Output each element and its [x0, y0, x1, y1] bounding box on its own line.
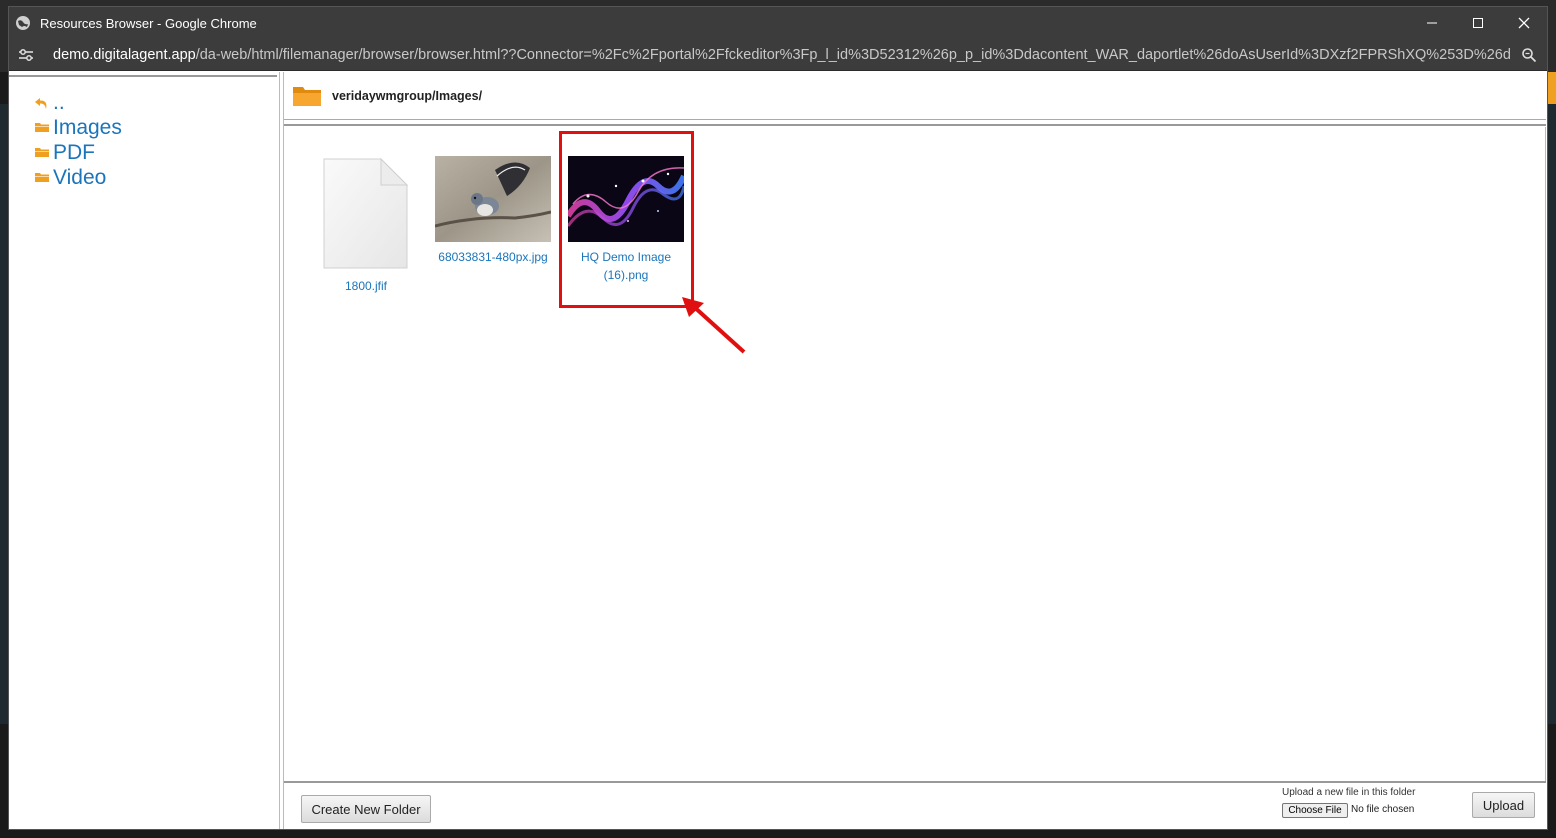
divider — [9, 75, 277, 77]
tree-item-label: Video — [53, 165, 107, 189]
title-bar[interactable]: Resources Browser - Google Chrome — [9, 7, 1547, 39]
file-item[interactable]: 1800.jfif — [304, 157, 428, 295]
url-host: demo.digitalagent.app — [53, 46, 196, 63]
bird-photo — [435, 156, 551, 242]
popup-window: Resources Browser - Google Chrome demo.d… — [8, 6, 1548, 830]
tree-item-parent[interactable]: .. — [34, 90, 122, 115]
close-button[interactable] — [1501, 7, 1547, 39]
no-file-chosen-text: No file chosen — [1351, 804, 1415, 815]
file-pane: veridaywmgroup/Images/ 1800.jfif 6803383… — [283, 72, 1546, 829]
folder-icon — [34, 121, 50, 135]
file-grid: 1800.jfif 68033831-480px.jpg HQ Demo Ima… — [284, 127, 1546, 782]
divider — [284, 124, 1546, 126]
file-name[interactable]: HQ Demo Image (16).png — [564, 248, 688, 284]
window-title: Resources Browser - Google Chrome — [40, 15, 257, 31]
upload-hint: Upload a new file in this folder — [1282, 787, 1416, 798]
file-item-selected[interactable]: HQ Demo Image (16).png — [564, 156, 688, 284]
footer-bar: Create New Folder Upload a new file in t… — [284, 781, 1546, 829]
url-text[interactable]: demo.digitalagent.app/da-web/html/filema… — [53, 47, 1511, 63]
back-arrow-icon — [34, 96, 50, 110]
folder-icon — [34, 146, 50, 160]
minimize-button[interactable] — [1409, 7, 1455, 39]
current-path: veridaywmgroup/Images/ — [332, 88, 483, 103]
folder-icon — [292, 84, 322, 108]
create-new-folder-button[interactable]: Create New Folder — [301, 795, 431, 823]
tree-item-pdf[interactable]: PDF — [34, 140, 122, 165]
tree-item-label: Images — [53, 115, 122, 139]
tree-item-label: .. — [53, 90, 65, 114]
upload-button[interactable]: Upload — [1472, 792, 1535, 818]
file-name[interactable]: 68033831-480px.jpg — [431, 248, 555, 266]
resources-browser: .. Images PDF Video veridaywmgroup/Image… — [9, 72, 1547, 829]
tree-item-label: PDF — [53, 140, 95, 164]
blank-document-icon — [323, 157, 409, 269]
maximize-button[interactable] — [1455, 7, 1501, 39]
tree-item-video[interactable]: Video — [34, 165, 122, 190]
site-info-icon[interactable] — [17, 48, 37, 62]
abstract-wave-photo — [568, 156, 684, 242]
url-path: /da-web/html/filemanager/browser/browser… — [195, 46, 1511, 63]
zoom-icon[interactable] — [1511, 47, 1547, 63]
file-item[interactable]: 68033831-480px.jpg — [431, 156, 555, 266]
folder-tree: .. Images PDF Video — [9, 72, 280, 829]
folder-icon — [34, 171, 50, 185]
file-name[interactable]: 1800.jfif — [304, 277, 428, 295]
tree-item-images[interactable]: Images — [34, 115, 122, 140]
address-bar[interactable]: demo.digitalagent.app/da-web/html/filema… — [9, 39, 1547, 71]
path-bar: veridaywmgroup/Images/ — [284, 72, 1546, 120]
red-arrow-annotation — [682, 297, 746, 354]
choose-file-button[interactable]: Choose File — [1282, 803, 1348, 818]
globe-icon — [15, 15, 31, 31]
